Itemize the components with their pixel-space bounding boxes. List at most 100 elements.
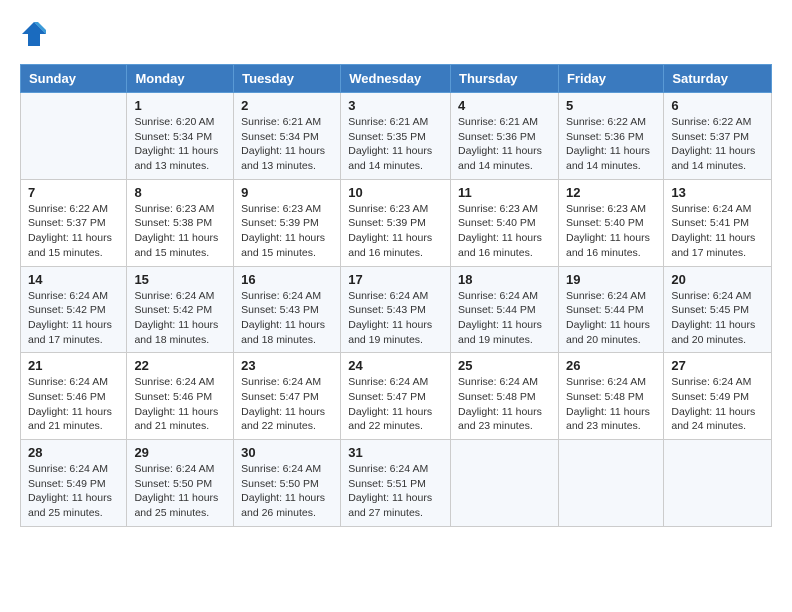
calendar-cell: 24Sunrise: 6:24 AM Sunset: 5:47 PM Dayli… (341, 353, 451, 440)
calendar-cell: 4 Sunrise: 6:21 AM Sunset: 5:36 PM Daylig… (451, 93, 559, 180)
day-number: 29 (134, 445, 226, 460)
cell-sun-info: Sunrise: 6:23 AM Sunset: 5:39 PM Dayligh… (241, 202, 333, 261)
weekday-header: Monday (127, 65, 234, 93)
day-number: 2 (241, 98, 333, 113)
day-number: 28 (28, 445, 119, 460)
calendar-cell: 31 Sunrise: 6:24 AM Sunset: 5:51 PM Dayli… (341, 440, 451, 527)
calendar-header: SundayMondayTuesdayWednesdayThursdayFrid… (21, 65, 772, 93)
day-number: 18 (458, 272, 551, 287)
cell-sun-info: Sunrise: 6:24 AM Sunset: 5:41 PM Dayligh… (671, 202, 764, 261)
cell-sun-info: Sunrise: 6:20 AM Sunset: 5:34 PM Dayligh… (134, 115, 226, 174)
cell-sun-info: Sunrise: 6:24 AM Sunset: 5:43 PM Dayligh… (348, 289, 443, 348)
cell-sun-info: Sunrise: 6:24 AM Sunset: 5:43 PM Dayligh… (241, 289, 333, 348)
calendar-cell: 2 Sunrise: 6:21 AM Sunset: 5:34 PM Daylig… (234, 93, 341, 180)
cell-sun-info: Sunrise: 6:24 AM Sunset: 5:44 PM Dayligh… (566, 289, 656, 348)
day-number: 24 (348, 358, 443, 373)
calendar-cell: 23Sunrise: 6:24 AM Sunset: 5:47 PM Dayli… (234, 353, 341, 440)
calendar-cell: 9 Sunrise: 6:23 AM Sunset: 5:39 PM Daylig… (234, 179, 341, 266)
day-number: 30 (241, 445, 333, 460)
cell-sun-info: Sunrise: 6:24 AM Sunset: 5:46 PM Dayligh… (28, 375, 119, 434)
calendar-cell: 16 Sunrise: 6:24 AM Sunset: 5:43 PM Dayli… (234, 266, 341, 353)
cell-sun-info: Sunrise: 6:23 AM Sunset: 5:40 PM Dayligh… (458, 202, 551, 261)
day-number: 5 (566, 98, 656, 113)
day-number: 6 (671, 98, 764, 113)
day-number: 19 (566, 272, 656, 287)
weekday-row: SundayMondayTuesdayWednesdayThursdayFrid… (21, 65, 772, 93)
calendar-cell (451, 440, 559, 527)
calendar-cell: 19 Sunrise: 6:24 AM Sunset: 5:44 PM Dayli… (558, 266, 663, 353)
calendar-cell: 21 Sunrise: 6:24 AM Sunset: 5:46 PM Dayli… (21, 353, 127, 440)
calendar-cell: 25 Sunrise: 6:24 AM Sunset: 5:48 PM Dayli… (451, 353, 559, 440)
day-number: 15 (134, 272, 226, 287)
calendar-cell: 26Sunrise: 6:24 AM Sunset: 5:48 PM Dayli… (558, 353, 663, 440)
calendar-cell: 14 Sunrise: 6:24 AM Sunset: 5:42 PM Dayli… (21, 266, 127, 353)
day-number: 31 (348, 445, 443, 460)
logo-icon (20, 20, 48, 48)
calendar-cell: 7Sunrise: 6:22 AM Sunset: 5:37 PM Daylig… (21, 179, 127, 266)
calendar-cell: 3Sunrise: 6:21 AM Sunset: 5:35 PM Daylig… (341, 93, 451, 180)
calendar-cell (664, 440, 772, 527)
calendar-cell: 12Sunrise: 6:23 AM Sunset: 5:40 PM Dayli… (558, 179, 663, 266)
day-number: 16 (241, 272, 333, 287)
calendar-cell: 28Sunrise: 6:24 AM Sunset: 5:49 PM Dayli… (21, 440, 127, 527)
cell-sun-info: Sunrise: 6:21 AM Sunset: 5:34 PM Dayligh… (241, 115, 333, 174)
calendar-cell: 17 Sunrise: 6:24 AM Sunset: 5:43 PM Dayli… (341, 266, 451, 353)
calendar-cell (558, 440, 663, 527)
weekday-header: Friday (558, 65, 663, 93)
cell-sun-info: Sunrise: 6:24 AM Sunset: 5:45 PM Dayligh… (671, 289, 764, 348)
cell-sun-info: Sunrise: 6:24 AM Sunset: 5:44 PM Dayligh… (458, 289, 551, 348)
calendar-cell: 6 Sunrise: 6:22 AM Sunset: 5:37 PM Daylig… (664, 93, 772, 180)
day-number: 9 (241, 185, 333, 200)
cell-sun-info: Sunrise: 6:24 AM Sunset: 5:48 PM Dayligh… (458, 375, 551, 434)
cell-sun-info: Sunrise: 6:24 AM Sunset: 5:48 PM Dayligh… (566, 375, 656, 434)
calendar-table: SundayMondayTuesdayWednesdayThursdayFrid… (20, 64, 772, 527)
calendar-cell: 20 Sunrise: 6:24 AM Sunset: 5:45 PM Dayli… (664, 266, 772, 353)
day-number: 14 (28, 272, 119, 287)
day-number: 22 (134, 358, 226, 373)
day-number: 17 (348, 272, 443, 287)
day-number: 8 (134, 185, 226, 200)
day-number: 4 (458, 98, 551, 113)
weekday-header: Tuesday (234, 65, 341, 93)
cell-sun-info: Sunrise: 6:24 AM Sunset: 5:42 PM Dayligh… (134, 289, 226, 348)
day-number: 1 (134, 98, 226, 113)
logo (20, 20, 52, 48)
cell-sun-info: Sunrise: 6:24 AM Sunset: 5:42 PM Dayligh… (28, 289, 119, 348)
cell-sun-info: Sunrise: 6:22 AM Sunset: 5:37 PM Dayligh… (671, 115, 764, 174)
calendar-week-row: 21 Sunrise: 6:24 AM Sunset: 5:46 PM Dayli… (21, 353, 772, 440)
page-header (20, 20, 772, 48)
calendar-cell: 29 Sunrise: 6:24 AM Sunset: 5:50 PM Dayli… (127, 440, 234, 527)
day-number: 23 (241, 358, 333, 373)
day-number: 21 (28, 358, 119, 373)
calendar-cell: 30 Sunrise: 6:24 AM Sunset: 5:50 PM Dayli… (234, 440, 341, 527)
calendar-cell: 8Sunrise: 6:23 AM Sunset: 5:38 PM Daylig… (127, 179, 234, 266)
calendar-cell (21, 93, 127, 180)
day-number: 10 (348, 185, 443, 200)
cell-sun-info: Sunrise: 6:24 AM Sunset: 5:46 PM Dayligh… (134, 375, 226, 434)
calendar-cell: 13 Sunrise: 6:24 AM Sunset: 5:41 PM Dayli… (664, 179, 772, 266)
cell-sun-info: Sunrise: 6:24 AM Sunset: 5:50 PM Dayligh… (241, 462, 333, 521)
calendar-week-row: 1 Sunrise: 6:20 AM Sunset: 5:34 PM Daylig… (21, 93, 772, 180)
cell-sun-info: Sunrise: 6:24 AM Sunset: 5:50 PM Dayligh… (134, 462, 226, 521)
calendar-cell: 10 Sunrise: 6:23 AM Sunset: 5:39 PM Dayli… (341, 179, 451, 266)
weekday-header: Saturday (664, 65, 772, 93)
cell-sun-info: Sunrise: 6:21 AM Sunset: 5:36 PM Dayligh… (458, 115, 551, 174)
cell-sun-info: Sunrise: 6:21 AM Sunset: 5:35 PM Dayligh… (348, 115, 443, 174)
cell-sun-info: Sunrise: 6:23 AM Sunset: 5:39 PM Dayligh… (348, 202, 443, 261)
day-number: 12 (566, 185, 656, 200)
calendar-cell: 11Sunrise: 6:23 AM Sunset: 5:40 PM Dayli… (451, 179, 559, 266)
calendar-cell: 1 Sunrise: 6:20 AM Sunset: 5:34 PM Daylig… (127, 93, 234, 180)
day-number: 13 (671, 185, 764, 200)
calendar-cell: 18 Sunrise: 6:24 AM Sunset: 5:44 PM Dayli… (451, 266, 559, 353)
day-number: 25 (458, 358, 551, 373)
calendar-week-row: 28Sunrise: 6:24 AM Sunset: 5:49 PM Dayli… (21, 440, 772, 527)
weekday-header: Thursday (451, 65, 559, 93)
calendar-week-row: 14 Sunrise: 6:24 AM Sunset: 5:42 PM Dayli… (21, 266, 772, 353)
calendar-cell: 22 Sunrise: 6:24 AM Sunset: 5:46 PM Dayli… (127, 353, 234, 440)
calendar-cell: 27Sunrise: 6:24 AM Sunset: 5:49 PM Dayli… (664, 353, 772, 440)
weekday-header: Wednesday (341, 65, 451, 93)
day-number: 20 (671, 272, 764, 287)
cell-sun-info: Sunrise: 6:24 AM Sunset: 5:51 PM Dayligh… (348, 462, 443, 521)
day-number: 7 (28, 185, 119, 200)
weekday-header: Sunday (21, 65, 127, 93)
